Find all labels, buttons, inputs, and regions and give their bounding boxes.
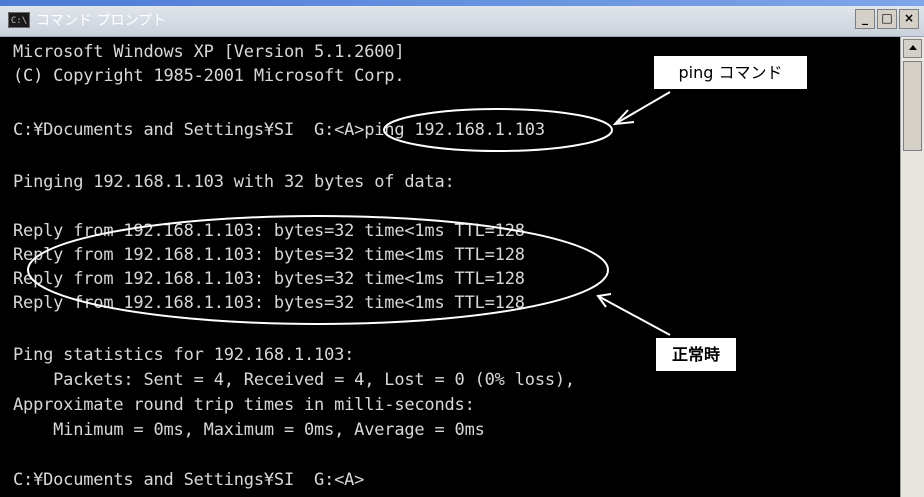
console-line-reply: Reply from 192.168.1.103: bytes=32 time<…	[13, 221, 525, 241]
scroll-up-button[interactable]	[903, 39, 922, 58]
command-prompt-window: C:\ コマンド プロンプト _ □ × Microsoft Windows X…	[0, 0, 924, 497]
window-title: コマンド プロンプト	[36, 13, 167, 29]
maximize-button[interactable]: □	[877, 9, 897, 29]
console-line-prompt: C:¥Documents and Settings¥SI G:<A>	[13, 470, 365, 490]
vertical-scrollbar[interactable]	[900, 37, 924, 497]
console-line-reply: Reply from 192.168.1.103: bytes=32 time<…	[13, 269, 525, 289]
console-line: Pinging 192.168.1.103 with 32 bytes of d…	[13, 172, 455, 192]
console-line-reply: Reply from 192.168.1.103: bytes=32 time<…	[13, 245, 525, 265]
scrollbar-thumb[interactable]	[903, 61, 922, 151]
console-line-reply: Reply from 192.168.1.103: bytes=32 time<…	[13, 293, 525, 313]
console-output[interactable]: Microsoft Windows XP [Version 5.1.2600] …	[0, 37, 900, 497]
console-app-icon[interactable]: C:\	[8, 12, 30, 28]
console-line: Minimum = 0ms, Maximum = 0ms, Average = …	[13, 420, 485, 440]
console-line: (C) Copyright 1985-2001 Microsoft Corp.	[13, 66, 405, 86]
minimize-button[interactable]: _	[855, 9, 875, 29]
console-line-ping-command: C:¥Documents and Settings¥SI G:<A>ping 1…	[13, 120, 545, 140]
close-button[interactable]: ×	[899, 9, 919, 29]
console-line: Packets: Sent = 4, Received = 4, Lost = …	[13, 370, 575, 390]
normal-status-callout: 正常時	[655, 337, 737, 372]
ping-command-callout: ping コマンド	[653, 55, 808, 90]
console-line: Microsoft Windows XP [Version 5.1.2600]	[13, 42, 405, 62]
arrow-up-icon	[909, 45, 917, 50]
console-line: Ping statistics for 192.168.1.103:	[13, 345, 355, 365]
title-bar[interactable]: C:\ コマンド プロンプト _ □ ×	[0, 0, 924, 37]
title-bar-accent	[0, 0, 924, 6]
console-line: Approximate round trip times in milli-se…	[13, 395, 475, 415]
